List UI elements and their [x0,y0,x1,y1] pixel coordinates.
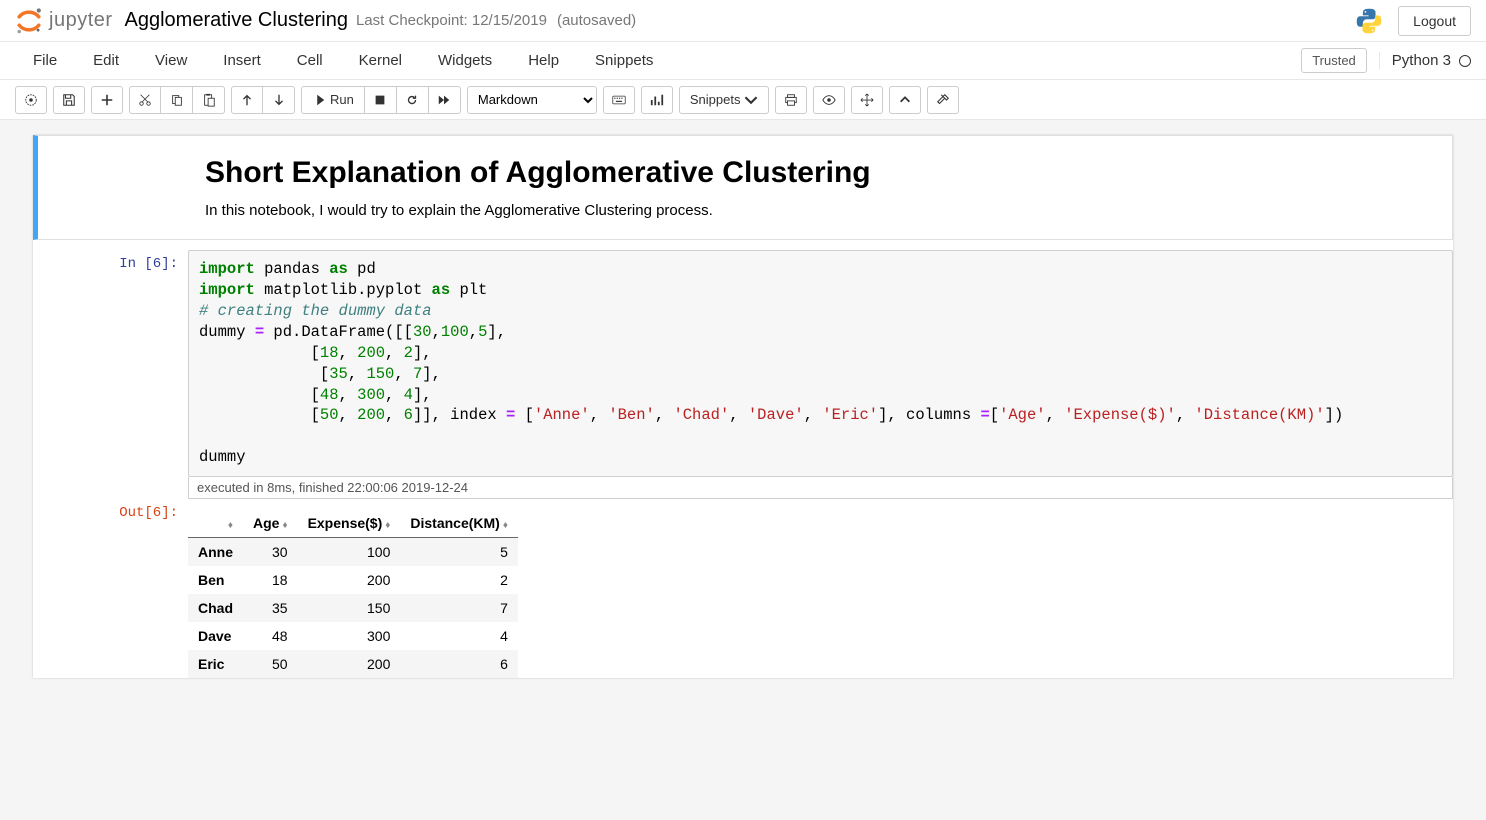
notebook-container: Short Explanation of Agglomerative Clust… [0,120,1486,820]
logout-button[interactable]: Logout [1398,6,1471,36]
markdown-cell[interactable]: Short Explanation of Agglomerative Clust… [33,135,1453,240]
copy-button[interactable] [161,86,193,114]
arrow-down-icon [272,93,286,107]
jupyter-icon [15,7,43,35]
table-header-age[interactable]: Age♦ [243,509,298,538]
code-input[interactable]: ▼import pandas as pd import matplotlib.p… [188,250,1453,477]
eye-icon [822,93,836,107]
menu-kernel[interactable]: Kernel [341,44,420,77]
save-checkpoint-button[interactable] [53,86,85,114]
move-up-button[interactable] [231,86,263,114]
md-prompt [38,156,193,219]
chevron-up-icon [898,93,912,107]
fast-forward-icon [437,93,451,107]
sort-icon: ♦ [282,520,287,531]
stop-button[interactable] [365,86,397,114]
restart-run-all-button[interactable] [429,86,461,114]
scissors-icon [138,93,152,107]
menu-file[interactable]: File [15,44,75,77]
paste-icon [202,93,216,107]
autosave-text: (autosaved) [557,12,636,29]
output-table: ♦ Age♦ Expense($)♦ Distance(KM)♦ Anne 30… [188,509,518,678]
paste-button[interactable] [193,86,225,114]
menu-widgets[interactable]: Widgets [420,44,510,77]
stop-icon [373,93,387,107]
table-header-distance[interactable]: Distance(KM)♦ [400,509,518,538]
notebook-title[interactable]: Agglomerative Clustering [125,9,348,32]
save-style-icon [24,93,38,107]
snippets-label: Snippets [690,92,741,107]
copy-icon [170,93,184,107]
menu-insert[interactable]: Insert [205,44,279,77]
kernel-status-icon [1459,55,1471,67]
arrow-up-icon [240,93,254,107]
cut-button[interactable] [129,86,161,114]
chevron-down-icon [744,93,758,107]
bar-chart-icon [650,93,664,107]
menu-view[interactable]: View [137,44,205,77]
table-row: Ben 18 200 2 [188,566,518,594]
toolbar: Run Markdown Snippets [0,80,1486,120]
menubar: File Edit View Insert Cell Kernel Widget… [0,42,1486,80]
table-row: Dave 48 300 4 [188,622,518,650]
menu-snippets[interactable]: Snippets [577,44,671,77]
keyboard-icon [612,93,626,107]
trusted-indicator[interactable]: Trusted [1301,48,1367,73]
snippets-dropdown[interactable]: Snippets [679,86,770,114]
scroll-up-button[interactable] [889,86,921,114]
printer-icon [784,93,798,107]
table-row: Chad 35 150 7 [188,594,518,622]
sort-icon: ♦ [228,520,233,531]
table-sort-index[interactable]: ♦ [188,509,243,538]
floppy-icon [62,93,76,107]
output-cell: Out[6]: ♦ Age♦ Expense($)♦ Distance(KM)♦… [33,499,1453,678]
add-cell-button[interactable] [91,86,123,114]
kernel-name[interactable]: Python 3 [1379,52,1471,69]
run-icon [312,93,326,107]
menu-edit[interactable]: Edit [75,44,137,77]
print-button[interactable] [775,86,807,114]
header-bar: jupyter Agglomerative Clustering Last Ch… [0,0,1486,42]
checkpoint-text: Last Checkpoint: 12/15/2019 [356,12,547,29]
out-prompt: Out[6]: [33,499,188,678]
exec-info: executed in 8ms, finished 22:00:06 2019-… [188,477,1453,499]
sort-icon: ♦ [503,520,508,531]
in-prompt: In [6]: [33,250,188,499]
plus-icon [100,93,114,107]
jupyter-logo[interactable]: jupyter [15,7,113,35]
live-preview-button[interactable] [813,86,845,114]
table-row: Anne 30 100 5 [188,538,518,567]
md-paragraph: In this notebook, I would try to explain… [205,202,1440,219]
move-target-button[interactable] [851,86,883,114]
gavel-button[interactable] [927,86,959,114]
table-header-expense[interactable]: Expense($)♦ [298,509,401,538]
run-button[interactable]: Run [301,86,365,114]
gavel-icon [936,93,950,107]
sort-icon: ♦ [385,520,390,531]
move-icon [860,93,874,107]
logo-text: jupyter [49,9,113,32]
table-row: Eric 50 200 6 [188,650,518,678]
move-down-button[interactable] [263,86,295,114]
code-cell[interactable]: In [6]: ▼import pandas as pd import matp… [33,250,1453,499]
chart-button[interactable] [641,86,673,114]
menu-help[interactable]: Help [510,44,577,77]
keyboard-button[interactable] [603,86,635,114]
menu-cell[interactable]: Cell [279,44,341,77]
restart-button[interactable] [397,86,429,114]
restart-icon [405,93,419,107]
md-heading: Short Explanation of Agglomerative Clust… [205,156,1440,190]
run-label: Run [330,92,354,107]
save-button[interactable] [15,86,47,114]
cell-type-select[interactable]: Markdown [467,86,597,114]
python-icon [1355,7,1383,35]
kernel-label: Python 3 [1392,52,1451,69]
